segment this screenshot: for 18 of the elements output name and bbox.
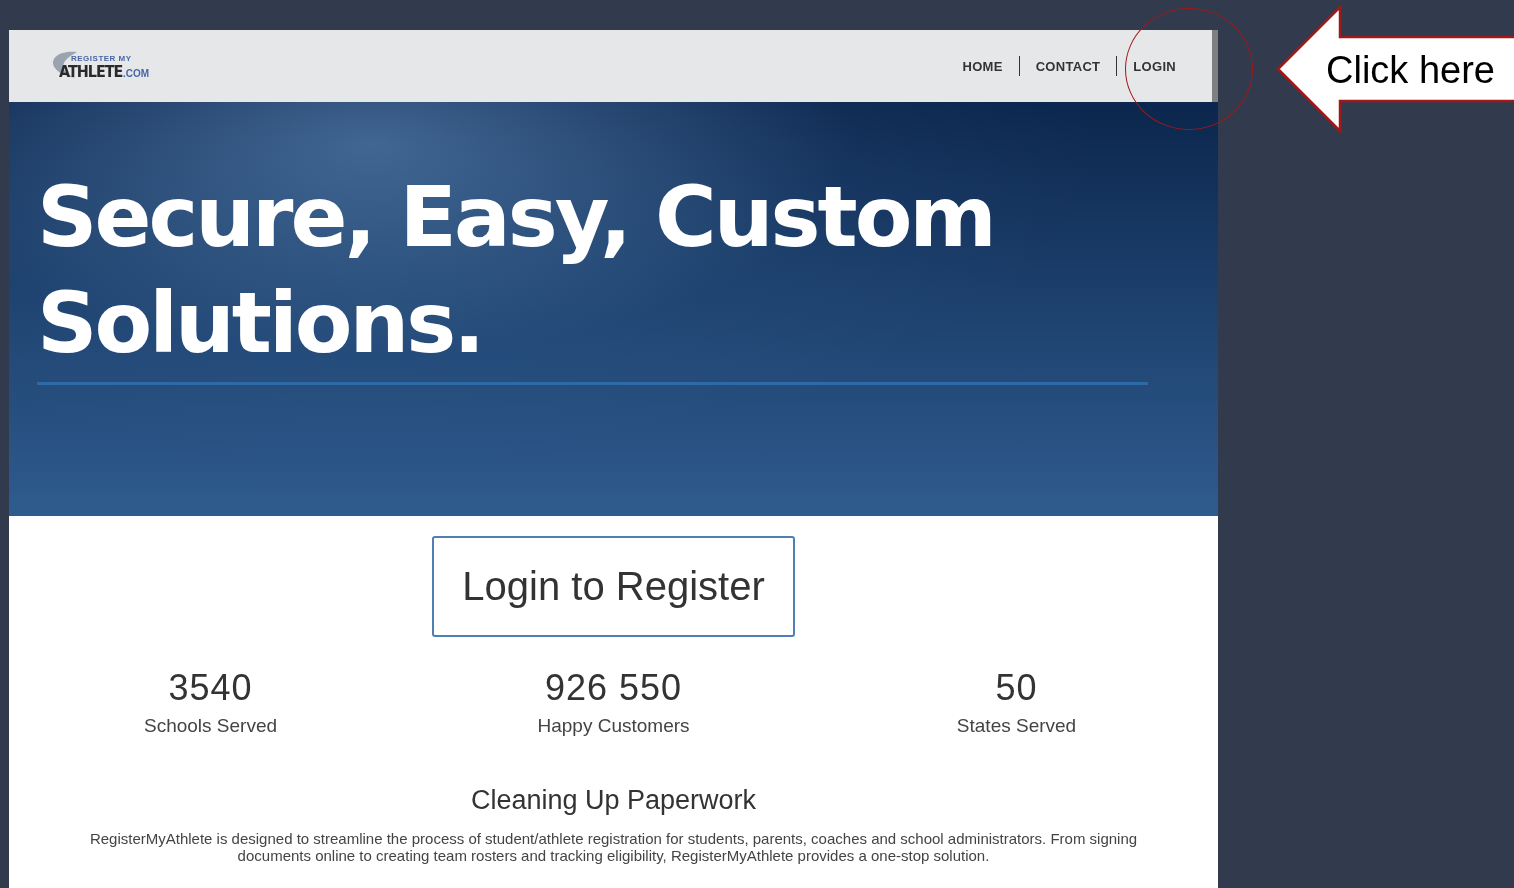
stat-label: Happy Customers: [537, 715, 690, 737]
callout-text: Click here: [1326, 49, 1495, 92]
section-heading: Cleaning Up Paperwork: [470, 785, 757, 816]
login-register-button[interactable]: Login to Register: [432, 536, 795, 637]
logo-text: ATHLETE: [59, 62, 123, 81]
stat-value: 926 550: [544, 667, 683, 709]
logo[interactable]: REGISTER MY ATHLETE.COM: [47, 46, 147, 86]
logo-text: .COM: [123, 68, 150, 79]
stat-label: States Served: [956, 715, 1077, 737]
logo-text: REGISTER MY: [71, 54, 132, 63]
nav-link[interactable]: HOME: [946, 58, 1019, 74]
stat-label: Schools Served: [143, 715, 278, 737]
stat-value: 3540: [168, 667, 253, 709]
nav-link[interactable]: LOGIN: [1117, 58, 1192, 74]
hero-title: Secure, Easy, Custom Solutions.: [37, 167, 995, 374]
stat-value: 50: [995, 667, 1038, 709]
section-text: RegisterMyAthlete is designed to streamline the process of student/athlete registration for students, parents, coaches and school administrators. From signing documents online to creating team rosters and tracking eligibility, RegisterMyAthlete provides a one-stop solution.: [88, 830, 1139, 864]
nav-link[interactable]: CONTACT: [1019, 58, 1117, 74]
